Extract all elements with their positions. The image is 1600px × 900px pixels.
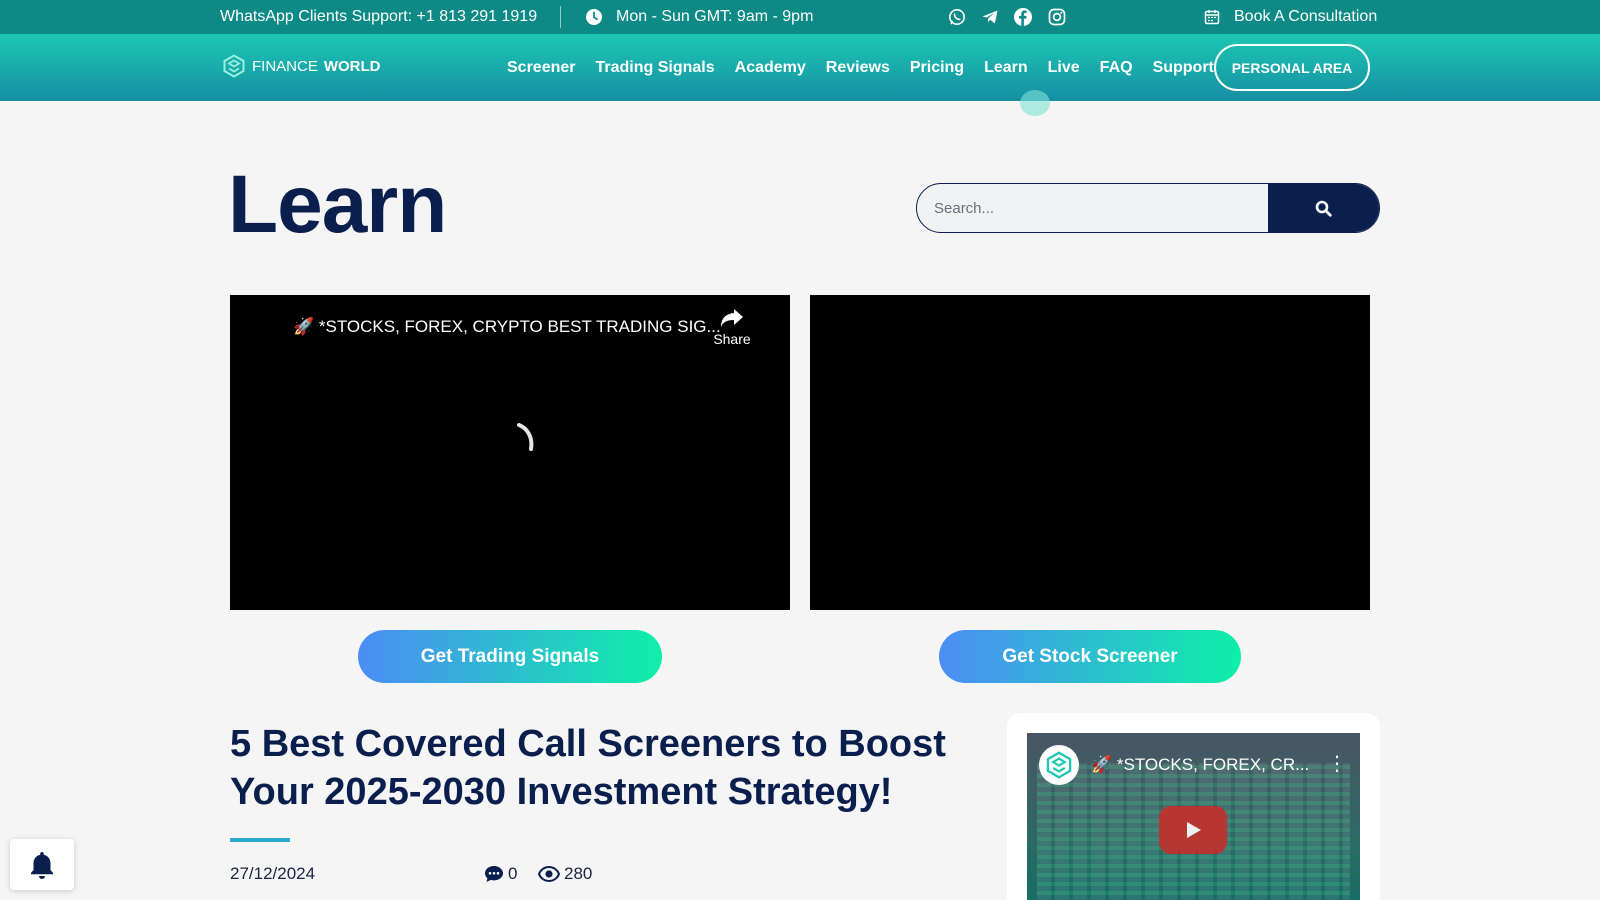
comments-count[interactable]: 0	[484, 864, 517, 884]
nav-item-screener[interactable]: Screener	[507, 59, 576, 77]
main-nav: Screener Trading Signals Academy Reviews…	[507, 34, 1234, 101]
brand-name-bold: WORLD	[323, 57, 381, 75]
article-title[interactable]: 5 Best Covered Call Screeners to Boost Y…	[230, 720, 970, 816]
video-player-2[interactable]	[810, 295, 1370, 610]
whatsapp-icon[interactable]	[947, 7, 967, 27]
decorative-blob	[1020, 90, 1050, 116]
consultation-label: Book A Consultation	[1234, 8, 1378, 25]
main-navbar: FINANCE WORLD Screener Trading Signals A…	[0, 34, 1600, 101]
search-input[interactable]	[917, 184, 1268, 232]
title-underline	[230, 838, 290, 842]
comments-value: 0	[508, 864, 518, 883]
brand-logo[interactable]: FINANCE WORLD	[222, 54, 381, 78]
whatsapp-support-link[interactable]: WhatsApp Clients Support: +1 813 291 191…	[220, 0, 537, 34]
nav-item-trading-signals[interactable]: Trading Signals	[596, 59, 715, 77]
views-count: 280	[538, 864, 592, 884]
video-player-1[interactable]: 🚀 *STOCKS, FOREX, CRYPTO BEST TRADING SI…	[230, 295, 790, 610]
share-button[interactable]: Share	[712, 307, 752, 347]
instagram-icon[interactable]	[1047, 7, 1067, 27]
sidebar-video-card: 🚀 *STOCKS, FOREX, CR... ⋮	[1007, 713, 1380, 900]
video-title[interactable]: 🚀 *STOCKS, FOREX, CRYPTO BEST TRADING SI…	[293, 317, 721, 337]
nav-item-live[interactable]: Live	[1048, 59, 1080, 77]
video-thumbnail[interactable]: 🚀 *STOCKS, FOREX, CR... ⋮	[1027, 733, 1360, 900]
nav-item-learn[interactable]: Learn	[984, 59, 1028, 77]
share-label: Share	[713, 331, 751, 347]
telegram-icon[interactable]	[980, 7, 1000, 27]
loading-spinner-icon	[515, 423, 539, 458]
business-hours: Mon - Sun GMT: 9am - 9pm	[586, 0, 813, 34]
search-icon	[1315, 200, 1332, 217]
divider	[560, 6, 561, 28]
nav-item-reviews[interactable]: Reviews	[826, 59, 890, 77]
comment-icon	[484, 865, 504, 883]
hours-text: Mon - Sun GMT: 9am - 9pm	[616, 8, 814, 25]
article-date: 27/12/2024	[230, 864, 316, 883]
top-bar: WhatsApp Clients Support: +1 813 291 191…	[0, 0, 1600, 34]
nav-item-faq[interactable]: FAQ	[1100, 59, 1133, 77]
clock-icon	[586, 9, 602, 25]
logo-icon	[222, 54, 246, 78]
get-stock-screener-button[interactable]: Get Stock Screener	[939, 630, 1241, 683]
search-button[interactable]	[1268, 184, 1379, 232]
nav-item-support[interactable]: Support	[1153, 59, 1214, 77]
facebook-icon[interactable]	[1013, 7, 1033, 27]
share-icon	[712, 307, 752, 331]
more-options-icon[interactable]: ⋮	[1327, 754, 1347, 774]
notification-button[interactable]	[10, 839, 74, 890]
get-trading-signals-button[interactable]: Get Trading Signals	[358, 630, 662, 683]
bell-icon	[29, 850, 55, 880]
personal-area-button[interactable]: PERSONAL AREA	[1214, 44, 1370, 91]
brand-name-light: FINANCE	[252, 57, 318, 75]
calendar-icon	[1204, 9, 1220, 25]
nav-item-academy[interactable]: Academy	[735, 59, 806, 77]
search-bar	[916, 183, 1380, 233]
sidebar-video-title[interactable]: 🚀 *STOCKS, FOREX, CR...	[1091, 755, 1309, 775]
nav-item-pricing[interactable]: Pricing	[910, 59, 964, 77]
views-value: 280	[564, 864, 593, 883]
book-consultation-link[interactable]: Book A Consultation	[1204, 0, 1377, 34]
play-icon[interactable]	[1159, 806, 1227, 854]
eye-icon	[538, 866, 560, 882]
page-title: Learn	[228, 159, 447, 250]
channel-avatar[interactable]	[1039, 745, 1079, 785]
